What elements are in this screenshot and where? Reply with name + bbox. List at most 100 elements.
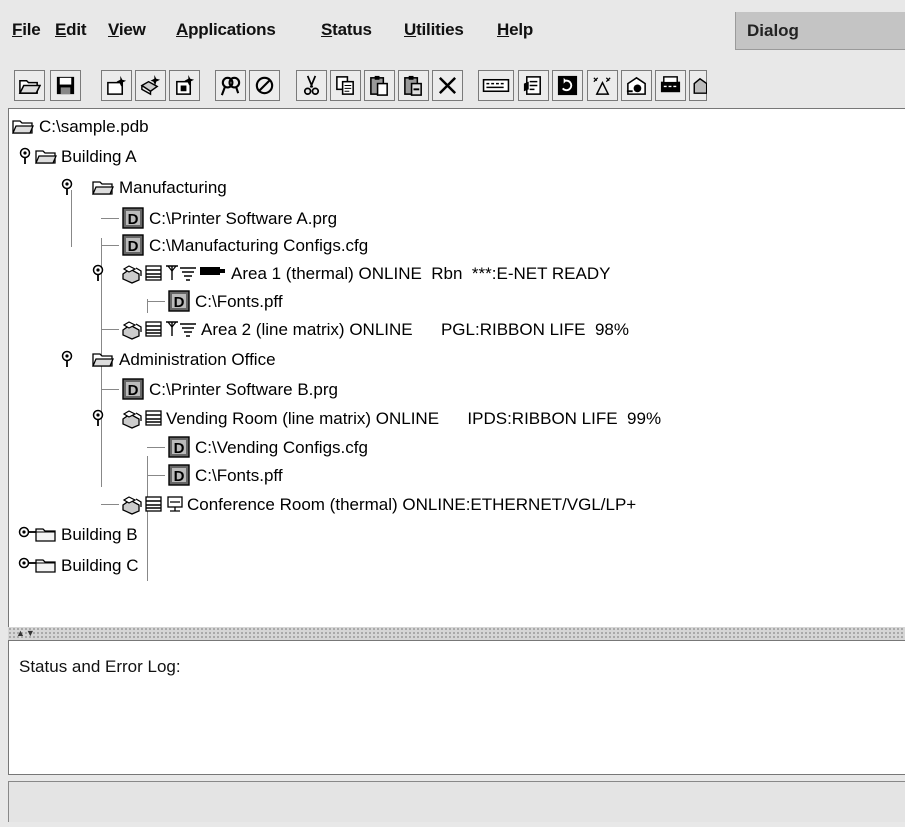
- tree-node-icon: [92, 350, 114, 368]
- tree-node-icon: [121, 320, 145, 340]
- find-icon: [220, 76, 241, 96]
- configure-icon: [626, 76, 646, 95]
- split-pane-divider[interactable]: [8, 627, 905, 640]
- panel-button[interactable]: [478, 70, 514, 101]
- tree-mfg-configs[interactable]: D C:\Manufacturing Configs.cfg: [9, 233, 899, 258]
- menu-edit[interactable]: Edit: [55, 20, 87, 40]
- tree-node-icon: [121, 495, 145, 515]
- tree-node-label: C:\Vending Configs.cfg: [195, 438, 368, 457]
- tree-area1-fonts[interactable]: D C:\Fonts.pff: [9, 289, 899, 314]
- tree-toggle[interactable]: [60, 350, 76, 368]
- queue-icon: [145, 321, 162, 337]
- tree-vending-fonts[interactable]: D C:\Fonts.pff: [9, 463, 899, 488]
- monitor-button[interactable]: [655, 70, 686, 101]
- folder-open-icon: [92, 181, 114, 195]
- tree-building-c[interactable]: Building C: [9, 553, 899, 578]
- menu-file[interactable]: File: [12, 20, 41, 40]
- tree-node-label: Administration Office: [119, 350, 276, 369]
- open-button[interactable]: [14, 70, 45, 101]
- tree-area1[interactable]: Area 1 (thermal) ONLINE Rbn ***:E-NET RE…: [9, 261, 899, 286]
- menu-applications[interactable]: Applications: [176, 20, 276, 40]
- new-group-button[interactable]: [135, 70, 166, 101]
- folder-open-icon: [92, 353, 114, 367]
- copy-icon: [336, 76, 354, 95]
- status-error-log[interactable]: Status and Error Log:: [8, 640, 905, 775]
- folder-icon: [35, 559, 56, 573]
- sort-lines-icon: [180, 323, 196, 337]
- tree-node-icon: D: [122, 234, 144, 256]
- tree-node-icon: [145, 264, 163, 282]
- cut-button[interactable]: [296, 70, 327, 101]
- tree-area2[interactable]: Area 2 (line matrix) ONLINE PGL:RIBBON L…: [9, 317, 899, 342]
- tree-vending[interactable]: Vending Room (line matrix) ONLINE IPDS:R…: [9, 406, 899, 431]
- tree-toggle[interactable]: [91, 409, 107, 427]
- configure-button[interactable]: [621, 70, 652, 101]
- delete-button[interactable]: [432, 70, 463, 101]
- refresh-icon: [557, 75, 578, 96]
- save-button[interactable]: [50, 70, 81, 101]
- project-tree[interactable]: C:\sample.pdb Building A Manufacturing D C:\…: [8, 108, 905, 627]
- document-icon: D: [168, 290, 190, 312]
- tree-root[interactable]: C:\sample.pdb: [9, 114, 899, 139]
- tools-icon: [593, 77, 611, 95]
- document-icon: D: [168, 436, 190, 458]
- menu-utilities[interactable]: Utilities: [404, 20, 464, 40]
- printer-status-icon: [693, 77, 707, 94]
- tree-vending-configs[interactable]: D C:\Vending Configs.cfg: [9, 435, 899, 460]
- paste-button[interactable]: [364, 70, 395, 101]
- toolbar: [0, 62, 905, 108]
- tree-building-b[interactable]: Building B: [9, 522, 899, 547]
- tree-toggle[interactable]: [91, 264, 107, 282]
- document-icon: D: [122, 234, 144, 256]
- tree-toggle[interactable]: [18, 147, 34, 165]
- tree-mfg-software[interactable]: D C:\Printer Software A.prg: [9, 206, 899, 231]
- printer-status-button[interactable]: [689, 70, 707, 101]
- paste-special-button[interactable]: [398, 70, 429, 101]
- svg-text:D: D: [174, 294, 185, 311]
- properties-button[interactable]: [518, 70, 549, 101]
- tree-node-icon: [165, 264, 179, 282]
- tree-node-icon: [92, 178, 114, 196]
- menu-status[interactable]: Status: [321, 20, 372, 40]
- printer-icon: [122, 265, 142, 284]
- tree-conference[interactable]: Conference Room (thermal) ONLINE:ETHERNE…: [9, 492, 899, 517]
- queue-icon: [145, 410, 162, 426]
- stop-icon: [255, 76, 274, 95]
- expanded-handle-icon: [61, 178, 73, 195]
- tree-node-label: C:\Manufacturing Configs.cfg: [149, 236, 369, 255]
- dialog-indicator[interactable]: Dialog: [735, 12, 905, 50]
- menu-view[interactable]: View: [108, 20, 146, 40]
- tree-node-icon: [179, 320, 197, 338]
- tree-node-label: C:\Printer Software A.prg: [149, 209, 338, 228]
- tree-node-label: C:\Fonts.pff: [195, 466, 283, 485]
- tree-manufacturing[interactable]: Manufacturing: [9, 175, 899, 200]
- open-icon: [18, 79, 41, 94]
- find-button[interactable]: [215, 70, 246, 101]
- log-label: Status and Error Log:: [19, 657, 181, 676]
- tree-admin[interactable]: Administration Office: [9, 347, 899, 372]
- tree-node-label: Building C: [61, 556, 139, 575]
- tree-admin-software[interactable]: D C:\Printer Software B.prg: [9, 377, 899, 402]
- tree-node-icon: D: [168, 464, 190, 486]
- new-app-button[interactable]: [169, 70, 200, 101]
- new-group-icon: [140, 74, 161, 96]
- tree-building-a[interactable]: Building A: [9, 144, 899, 169]
- copy-button[interactable]: [330, 70, 361, 101]
- tree-node-label: Vending Room (line matrix) ONLINE IPDS:R…: [166, 409, 662, 428]
- document-icon: D: [122, 378, 144, 400]
- refresh-button[interactable]: [552, 70, 583, 101]
- tree-node-icon: [121, 264, 145, 284]
- menu-help[interactable]: Help: [497, 20, 533, 40]
- tree-node-icon: [35, 525, 57, 543]
- expanded-handle-icon: [61, 350, 73, 367]
- splitter-arrows-icon[interactable]: ▲▼: [16, 628, 36, 638]
- tree-toggle[interactable]: [60, 178, 76, 196]
- tools-button[interactable]: [587, 70, 618, 101]
- filter-icon: [166, 265, 178, 280]
- tree-node-icon: [145, 409, 163, 427]
- tree-node-icon: [165, 320, 179, 338]
- new-printer-button[interactable]: [101, 70, 132, 101]
- tree-node-label: Manufacturing: [119, 178, 227, 197]
- stop-button[interactable]: [249, 70, 280, 101]
- printer-icon: [122, 410, 142, 429]
